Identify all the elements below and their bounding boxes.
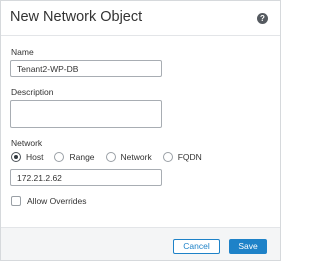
network-value-input[interactable] [10,169,162,186]
dialog-header: New Network Object ? [1,1,280,35]
radio-option-host[interactable]: Host [11,152,43,162]
radio-option-range[interactable]: Range [54,152,95,162]
name-input[interactable] [10,60,162,77]
allow-overrides-option[interactable]: Allow Overrides [11,196,87,206]
radio-option-fqdn[interactable]: FQDN [162,152,202,162]
header-divider [1,35,280,36]
save-button[interactable]: Save [229,239,267,254]
question-circle-icon[interactable]: ? [257,13,268,24]
dialog-title: New Network Object [10,9,143,25]
radio-host[interactable] [11,152,21,162]
radio-option-network[interactable]: Network [105,152,152,162]
radio-fqdn[interactable] [162,152,173,162]
new-network-object-dialog: New Network Object ? Name Description Ne… [0,0,281,261]
network-type-radio-group: Host Range Network FQDN [11,151,213,163]
allow-overrides-checkbox[interactable] [11,196,21,206]
radio-fqdn-label: FQDN [177,152,202,162]
allow-overrides-label: Allow Overrides [27,196,87,206]
radio-network-label: Network [120,152,152,162]
description-input[interactable] [10,100,162,128]
radio-range[interactable] [54,152,65,162]
network-label: Network [11,138,43,148]
description-label: Description [11,87,54,97]
cancel-button[interactable]: Cancel [173,239,220,254]
radio-host-label: Host [26,152,44,162]
radio-range-label: Range [69,152,95,162]
name-label: Name [11,47,34,57]
radio-network[interactable] [105,152,116,162]
